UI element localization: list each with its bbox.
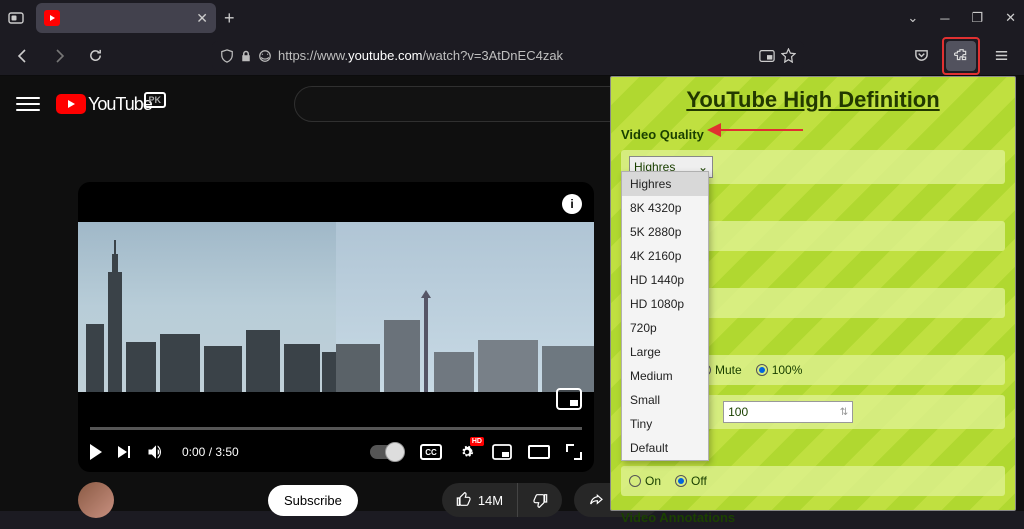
reader-mode-icon[interactable] (759, 49, 775, 63)
progress-bar[interactable] (90, 427, 582, 430)
bookmark-star-icon[interactable] (781, 48, 796, 63)
info-icon[interactable]: i (562, 194, 582, 214)
time-display: 0:00 / 3:50 (182, 445, 239, 459)
browser-tab[interactable]: ✕ (36, 3, 216, 33)
quality-option[interactable]: HD 1080p (622, 292, 708, 316)
option-off-radio[interactable]: Off (675, 474, 707, 488)
video-frame (78, 222, 594, 392)
window-close-button[interactable]: ✕ (1005, 10, 1016, 26)
annotation-arrow (707, 123, 803, 137)
guide-menu-button[interactable] (16, 92, 40, 116)
browser-toolbar: https://www.youtube.com/watch?v=3AtDnEC4… (0, 36, 1024, 76)
youtube-favicon-icon (44, 10, 60, 26)
volume-button[interactable] (146, 442, 166, 462)
player-controls: 0:00 / 3:50 CC HD (78, 432, 594, 472)
fullscreen-button[interactable] (566, 444, 582, 460)
quality-option[interactable]: Tiny (622, 412, 708, 436)
extensions-button[interactable] (946, 41, 976, 71)
shield-icon (220, 49, 234, 63)
youtube-play-icon (56, 94, 86, 114)
window-maximize-button[interactable]: ❐ (971, 10, 983, 26)
youtube-logo[interactable]: YouTube PK (56, 94, 152, 115)
permissions-icon (258, 49, 272, 63)
quality-option[interactable]: 5K 2880p (622, 220, 708, 244)
pocket-icon[interactable] (906, 41, 936, 71)
miniplayer-button[interactable] (492, 444, 512, 460)
play-button[interactable] (90, 444, 102, 460)
app-menu-button[interactable] (986, 41, 1016, 71)
quality-option[interactable]: Medium (622, 364, 708, 388)
quality-option[interactable]: 720p (622, 316, 708, 340)
miniplayer-overlay-icon[interactable] (556, 388, 582, 410)
search-input[interactable] (294, 86, 634, 122)
channel-avatar[interactable] (78, 482, 114, 518)
volume-level-input[interactable]: 100 (723, 401, 853, 423)
quality-option[interactable]: Default (622, 436, 708, 460)
nav-back-button[interactable] (8, 41, 38, 71)
on-off-row: On Off (621, 466, 1005, 496)
dislike-button[interactable] (518, 483, 562, 517)
autoplay-toggle[interactable] (370, 445, 404, 459)
video-player[interactable]: i 0:00 / 3:50 CC HD (78, 182, 594, 472)
quality-option[interactable]: 4K 2160p (622, 244, 708, 268)
quality-option[interactable]: 8K 4320p (622, 196, 708, 220)
like-button[interactable]: 14M (442, 483, 518, 517)
nav-forward-button[interactable] (44, 41, 74, 71)
quality-option[interactable]: Highres (622, 172, 708, 196)
extension-title: YouTube High Definition (611, 77, 1015, 123)
nav-reload-button[interactable] (80, 41, 110, 71)
browser-tab-strip: ✕ + ⌄ ─ ❐ ✕ (0, 0, 1024, 36)
volume-100-radio[interactable]: 100% (756, 363, 803, 377)
captions-button[interactable]: CC (420, 444, 442, 460)
option-on-radio[interactable]: On (629, 474, 661, 488)
like-count: 14M (478, 493, 503, 508)
section-video-quality: Video Quality (611, 123, 1015, 146)
hd-badge-icon: HD (470, 437, 484, 446)
new-tab-button[interactable]: + (224, 8, 235, 29)
lock-icon (240, 50, 252, 62)
quality-option[interactable]: HD 1440p (622, 268, 708, 292)
extension-popup: YouTube High Definition Video Quality Hi… (610, 76, 1016, 511)
firefox-view-button[interactable] (8, 10, 24, 26)
settings-button[interactable]: HD (458, 443, 476, 461)
extensions-button-highlight (942, 37, 980, 75)
next-button[interactable] (118, 446, 130, 458)
url-bar[interactable]: https://www.youtube.com/watch?v=3AtDnEC4… (212, 41, 804, 71)
url-text: https://www.youtube.com/watch?v=3AtDnEC4… (278, 48, 753, 63)
tab-close-button[interactable]: ✕ (196, 10, 208, 27)
below-player-row: Subscribe 14M Share (78, 482, 659, 518)
youtube-page: YouTube PK in i (0, 76, 1024, 511)
quality-option[interactable]: Large (622, 340, 708, 364)
theater-mode-button[interactable] (528, 445, 550, 459)
quality-option[interactable]: Small (622, 388, 708, 412)
section-video-annotations: Video Annotations (611, 506, 1015, 529)
window-minimize-button[interactable]: ─ (940, 11, 949, 26)
quality-dropdown-list[interactable]: Highres 8K 4320p 5K 2880p 4K 2160p HD 14… (621, 171, 709, 461)
overflow-chevron-icon[interactable]: ⌄ (907, 10, 918, 26)
country-code: PK (144, 92, 166, 108)
